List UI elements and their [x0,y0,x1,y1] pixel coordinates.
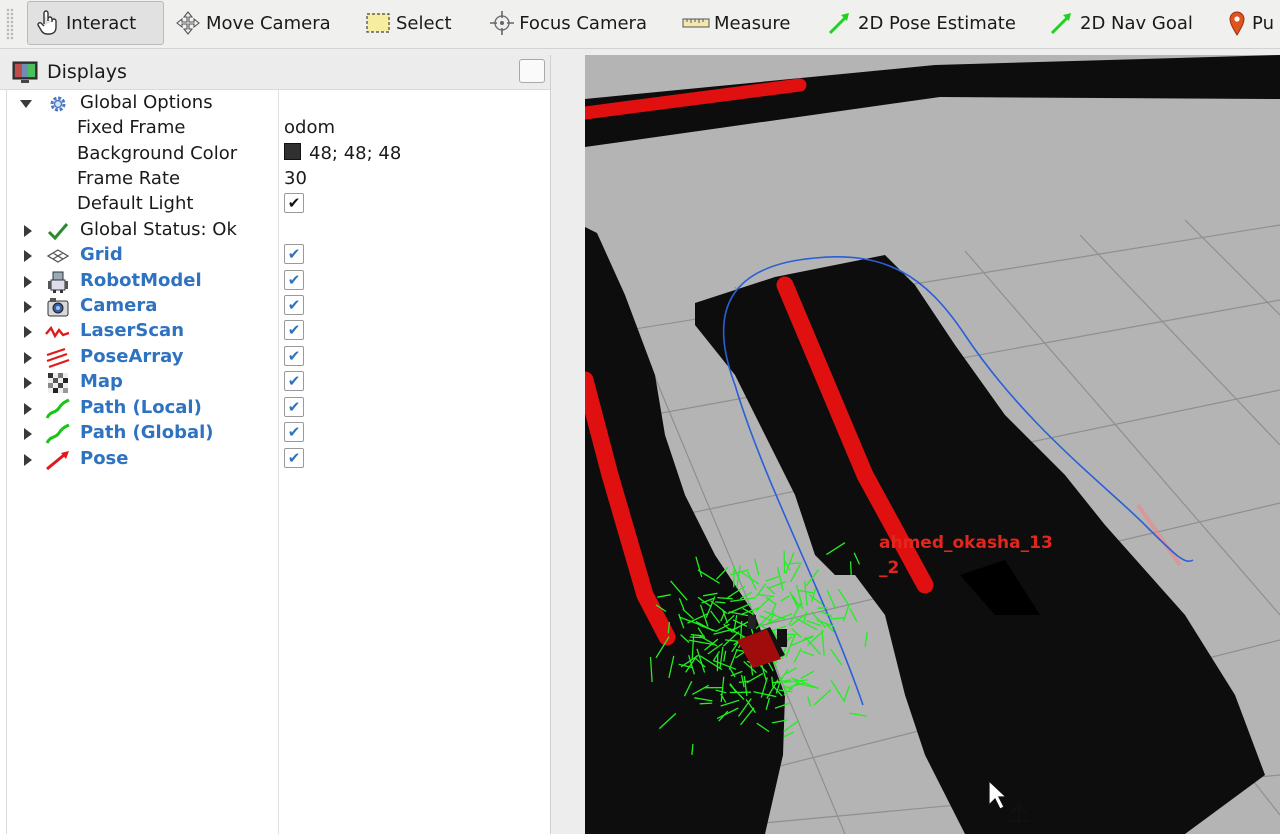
display-label: Grid [80,244,123,265]
laserscan-icon [45,319,71,344]
frame-rate-value[interactable]: 30 [284,168,307,189]
background-color-value: 48; 48; 48 [309,143,402,164]
default-light-checkbox[interactable]: ✔ [284,193,304,213]
robot-name-label: ahmed_okasha_13 _2 [879,531,1053,581]
particle-pose [689,636,703,639]
expand-arrow-icon[interactable] [24,276,32,288]
checkmark-icon [45,218,71,243]
grid-icon [45,243,71,268]
display-label: LaserScan [80,320,185,341]
render-viewport[interactable]: ahmed_okasha_13 _2 [585,55,1280,834]
toolbar-grip[interactable] [6,8,14,40]
tool-focus-camera[interactable]: Focus Camera [483,1,653,45]
tool-label: 2D Pose Estimate [858,12,1016,34]
default-light-label: Default Light [77,193,194,214]
expand-arrow-icon[interactable] [24,301,32,313]
display-label: RobotModel [80,270,202,291]
global-status-label: Global Status: Ok [80,219,237,240]
display-checkbox[interactable]: ✔ [284,244,304,264]
expand-arrow-icon[interactable] [24,403,32,415]
tool-label: Interact [66,12,137,34]
display-checkbox[interactable]: ✔ [284,397,304,417]
scene-3d[interactable] [585,55,1280,834]
fixed-frame-label: Fixed Frame [77,117,186,138]
particle-pose [849,561,852,575]
expand-arrow-icon[interactable] [24,428,32,440]
tool-label: Focus Camera [519,12,647,34]
expand-arrow-icon[interactable] [24,454,32,466]
ruler-icon [682,9,710,37]
display-checkbox[interactable]: ✔ [284,371,304,391]
display-checkbox[interactable]: ✔ [284,422,304,442]
tool-label: Measure [714,12,791,34]
expand-arrow-icon[interactable] [24,250,32,262]
display-label: Path (Local) [80,397,202,418]
splitter[interactable] [551,55,585,834]
display-label: PoseArray [80,346,184,367]
undock-button[interactable] [519,59,545,83]
display-checkbox[interactable]: ✔ [284,295,304,315]
tool-interact[interactable]: Interact [27,1,164,45]
path-icon [45,396,71,421]
expand-arrow-icon[interactable] [24,326,32,338]
move-camera-icon [174,9,202,37]
tool-measure[interactable]: Measure [676,1,796,45]
pose-arrow-icon [45,447,71,472]
color-swatch[interactable] [284,143,301,160]
display-label: Camera [80,295,158,316]
display-checkbox[interactable]: ✔ [284,270,304,290]
column-divider[interactable] [278,90,279,834]
background-color-field[interactable]: 48; 48; 48 [284,143,401,164]
tool-label: 2D Nav Goal [1080,12,1193,34]
particle-pose [733,566,735,588]
hand-pointer-icon [34,9,62,37]
display-label: Map [80,371,123,392]
tool-select[interactable]: Select [358,1,458,45]
camera-icon [45,294,71,319]
tool-label: Pu [1252,12,1274,34]
display-checkbox[interactable]: ✔ [284,448,304,468]
green-arrow-icon [826,9,854,37]
tool-move-camera[interactable]: Move Camera [168,1,338,45]
robot-name-line2: _2 [879,558,900,578]
posearray-icon [45,345,71,370]
map-icon [45,370,71,395]
robot-model-icon [45,269,71,294]
particle-pose [699,702,713,705]
tool-2d-nav-goal[interactable]: 2D Nav Goal [1042,1,1202,45]
expand-arrow-icon[interactable] [20,100,32,108]
display-label: Path (Global) [80,422,214,443]
display-label: Pose [80,448,129,469]
select-box-icon [364,9,392,37]
expand-arrow-icon[interactable] [24,377,32,389]
particle-pose [817,606,828,609]
displays-panel: Displays Global Options Fixed Frame odom… [0,55,551,834]
tool-label: Select [396,12,452,34]
displays-header: Displays [0,55,550,90]
particle-pose [789,562,802,565]
particle-pose [715,601,726,604]
monitor-icon [12,61,38,90]
map-pin-icon [1226,9,1248,37]
gear-icon [45,91,71,116]
tool-2d-pose-estimate[interactable]: 2D Pose Estimate [820,1,1030,45]
toolbar: Interact Move Camera Select Focus Camera… [0,0,1280,49]
display-checkbox[interactable]: ✔ [284,320,304,340]
fixed-frame-value[interactable]: odom [284,117,335,138]
display-checkbox[interactable]: ✔ [284,346,304,366]
displays-title: Displays [47,61,127,83]
path-icon [45,421,71,446]
robot-name-line1: ahmed_okasha_13 [879,533,1053,553]
expand-arrow-icon[interactable] [24,352,32,364]
global-options-label: Global Options [80,92,213,113]
expand-arrow-icon[interactable] [24,225,32,237]
tool-label: Move Camera [206,12,331,34]
frame-rate-label: Frame Rate [77,168,181,189]
background-color-label: Background Color [77,143,238,164]
green-arrow-icon [1048,9,1076,37]
tool-publish-point[interactable]: Pu [1220,1,1280,45]
focus-camera-icon [489,9,515,37]
